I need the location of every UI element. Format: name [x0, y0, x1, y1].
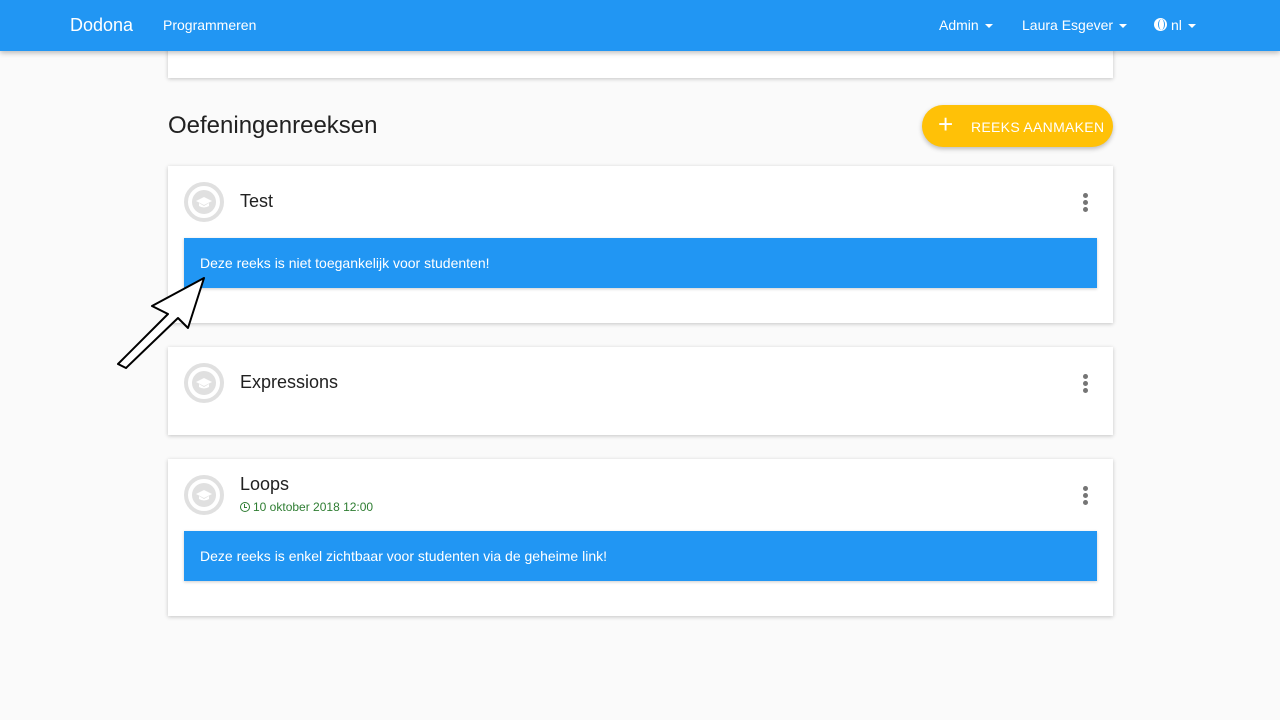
- caret-down-icon: [1119, 24, 1128, 29]
- admin-menu[interactable]: Admin: [939, 17, 993, 33]
- section-title: Oefeningenreeksen: [168, 112, 378, 139]
- brand-logo[interactable]: Dodona: [70, 15, 133, 36]
- annotation-arrow-icon: [117, 277, 205, 369]
- nav-programmeren[interactable]: Programmeren: [163, 17, 256, 33]
- series-title[interactable]: Test: [240, 191, 273, 212]
- navbar: Dodona Programmeren Admin Laura Esgever …: [0, 0, 1280, 51]
- series-deadline: 10 oktober 2018 12:00: [240, 500, 373, 514]
- series-title[interactable]: Expressions: [240, 372, 338, 393]
- series-alert: Deze reeks is niet toegankelijk voor stu…: [184, 238, 1097, 288]
- plus-icon: +: [938, 109, 954, 139]
- graduation-cap-icon: [184, 475, 224, 515]
- series-card: Loops 10 oktober 2018 12:00 Deze reeks i…: [168, 459, 1113, 616]
- more-options-icon[interactable]: [1082, 193, 1090, 213]
- language-label: nl: [1171, 17, 1182, 33]
- caret-down-icon: [1187, 24, 1196, 29]
- series-title[interactable]: Loops: [240, 474, 289, 495]
- more-options-icon[interactable]: [1082, 486, 1090, 506]
- more-options-icon[interactable]: [1082, 374, 1090, 394]
- deadline-text: 10 oktober 2018 12:00: [253, 500, 374, 514]
- clock-icon: [240, 502, 250, 512]
- add-series-label: REEKS AANMAKEN: [971, 119, 1105, 135]
- caret-down-icon: [984, 24, 993, 29]
- globe-icon: [1154, 18, 1167, 31]
- user-menu-label: Laura Esgever: [1022, 17, 1114, 33]
- user-menu[interactable]: Laura Esgever: [1022, 17, 1128, 33]
- series-card: Expressions: [168, 347, 1113, 435]
- admin-menu-label: Admin: [939, 17, 979, 33]
- add-series-button[interactable]: + REEKS AANMAKEN: [922, 105, 1113, 147]
- language-menu[interactable]: nl: [1154, 17, 1196, 33]
- series-alert: Deze reeks is enkel zichtbaar voor stude…: [184, 531, 1097, 581]
- series-card: Test Deze reeks is niet toegankelijk voo…: [168, 166, 1113, 323]
- graduation-cap-icon: [184, 182, 224, 222]
